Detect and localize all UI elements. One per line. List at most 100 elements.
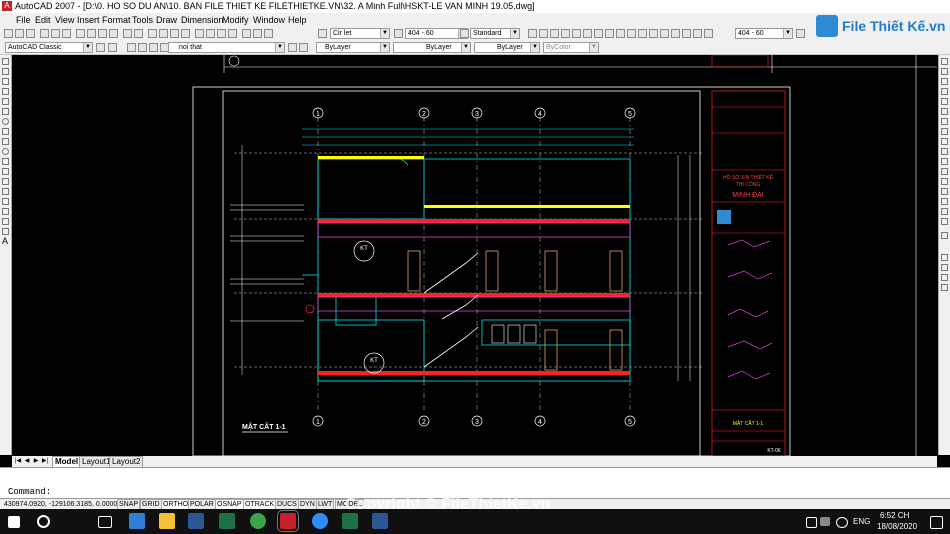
layer-select[interactable]: noi that ▼ (168, 42, 285, 53)
menu-file[interactable]: File (16, 13, 31, 27)
save-icon[interactable] (26, 29, 35, 38)
chamfer-icon[interactable] (941, 198, 948, 205)
menu-dimension[interactable]: Dimension (181, 13, 224, 27)
dim-ordinate-icon[interactable] (561, 29, 570, 38)
view-icon[interactable] (941, 264, 948, 271)
orbit-icon[interactable] (941, 254, 948, 261)
layer-freeze-icon[interactable] (138, 43, 147, 52)
erase-icon[interactable] (941, 58, 948, 65)
hatch-icon[interactable] (2, 198, 9, 205)
redo-icon[interactable] (134, 29, 143, 38)
dim-baseline-icon[interactable] (627, 29, 636, 38)
file-explorer-icon[interactable] (159, 513, 175, 529)
menu-tools[interactable]: Tools (132, 13, 153, 27)
spline-icon[interactable] (2, 138, 9, 145)
center-mark-icon[interactable] (671, 29, 680, 38)
notifications-icon[interactable] (930, 516, 943, 529)
last-tab-icon[interactable]: ▶| (41, 457, 49, 465)
trim-icon[interactable] (941, 148, 948, 155)
workspace-select[interactable]: AutoCAD Classic ▼ (5, 42, 93, 53)
zoom-window-icon[interactable] (170, 29, 179, 38)
new-icon[interactable] (4, 29, 13, 38)
excel-icon-2[interactable] (342, 513, 358, 529)
break-icon[interactable] (941, 178, 948, 185)
text-style-select[interactable]: Cir let ▼ (330, 28, 390, 39)
tool-palettes-icon[interactable] (217, 29, 226, 38)
autocad-taskbar-icon[interactable] (277, 510, 299, 532)
draw-order-icon[interactable] (941, 232, 948, 239)
revision-cloud-icon[interactable] (2, 128, 9, 135)
plotstyle-select[interactable]: ByColor ▼ (543, 42, 599, 53)
camera-icon[interactable] (941, 284, 948, 291)
table-icon[interactable] (2, 228, 9, 235)
dim-style-select-2[interactable]: 404 - 60 ▼ (735, 28, 793, 39)
lineweight-select[interactable]: ByLayer ▼ (474, 42, 540, 53)
menu-edit[interactable]: Edit (35, 13, 51, 27)
named-views-icon[interactable] (941, 274, 948, 281)
point-icon[interactable] (2, 188, 9, 195)
layer-previous-icon[interactable] (299, 43, 308, 52)
fillet-icon[interactable] (941, 208, 948, 215)
menu-draw[interactable]: Draw (156, 13, 177, 27)
layer-lock-icon[interactable] (149, 43, 158, 52)
quick-dim-icon[interactable] (616, 29, 625, 38)
match-properties-icon[interactable] (109, 29, 118, 38)
zoom-icon[interactable] (312, 513, 328, 529)
zoom-previous-icon[interactable] (181, 29, 190, 38)
pan-icon[interactable] (148, 29, 157, 38)
polyline-icon[interactable] (2, 78, 9, 85)
ellipse-icon[interactable] (2, 148, 9, 155)
print-icon[interactable] (40, 29, 49, 38)
make-block-icon[interactable] (2, 178, 9, 185)
menu-view[interactable]: View (55, 13, 74, 27)
excel-icon[interactable] (219, 513, 235, 529)
task-view-icon[interactable] (98, 516, 112, 528)
dim-aligned-icon[interactable] (539, 29, 548, 38)
gradient-icon[interactable] (2, 208, 9, 215)
workspace-settings-icon[interactable] (96, 43, 105, 52)
mirror-icon[interactable] (941, 78, 948, 85)
circle-icon[interactable] (2, 118, 9, 125)
color-select[interactable]: ByLayer ▼ (316, 42, 390, 53)
help-icon[interactable] (264, 29, 273, 38)
move-icon[interactable] (941, 108, 948, 115)
rectangle-icon[interactable] (2, 98, 9, 105)
line-icon[interactable] (2, 58, 9, 65)
menu-window[interactable]: Window (253, 13, 285, 27)
region-icon[interactable] (2, 218, 9, 225)
copy-object-icon[interactable] (941, 68, 948, 75)
dim-jogged-icon[interactable] (583, 29, 592, 38)
layer-manager-icon[interactable] (108, 43, 117, 52)
layer-on-icon[interactable] (127, 43, 136, 52)
menu-modify[interactable]: Modify (222, 13, 249, 27)
language-indicator[interactable]: ENG (853, 517, 870, 526)
insert-block-icon[interactable] (2, 168, 9, 175)
tolerance-icon[interactable] (660, 29, 669, 38)
ellipse-arc-icon[interactable] (2, 158, 9, 165)
linetype-select[interactable]: ByLayer ▼ (393, 42, 471, 53)
dim-diameter-icon[interactable] (594, 29, 603, 38)
cut-icon[interactable] (76, 29, 85, 38)
dim-continue-icon[interactable] (638, 29, 647, 38)
dim-angular-icon[interactable] (605, 29, 614, 38)
chrome-icon[interactable] (250, 513, 266, 529)
dim-update-icon[interactable] (704, 29, 713, 38)
menu-insert[interactable]: Insert (77, 13, 100, 27)
copy-icon[interactable] (87, 29, 96, 38)
tray-chevron-icon[interactable] (806, 517, 817, 528)
offset-icon[interactable] (941, 88, 948, 95)
stretch-icon[interactable] (941, 138, 948, 145)
zoom-realtime-icon[interactable] (159, 29, 168, 38)
dim-edit-icon[interactable] (682, 29, 691, 38)
array-icon[interactable] (941, 98, 948, 105)
menu-format[interactable]: Format (102, 13, 131, 27)
command-window[interactable]: Command: (0, 467, 950, 499)
rotate-icon[interactable] (941, 118, 948, 125)
open-icon[interactable] (15, 29, 24, 38)
dim-arc-icon[interactable] (550, 29, 559, 38)
clock-time[interactable]: 6:52 CH (880, 511, 909, 520)
word-icon-2[interactable] (372, 513, 388, 529)
prev-tab-icon[interactable]: ◀ (23, 457, 31, 465)
menu-help[interactable]: Help (288, 13, 307, 27)
paste-icon[interactable] (98, 29, 107, 38)
